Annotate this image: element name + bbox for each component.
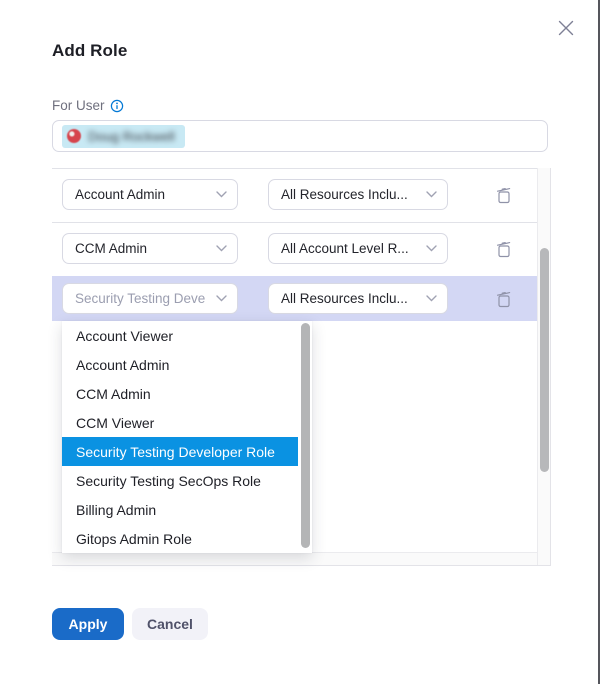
role-row-2: CCM Admin All Account Level R... <box>52 222 537 276</box>
role-select-2[interactable]: CCM Admin <box>62 233 238 264</box>
selected-user-chip[interactable]: Doug Rockwell <box>62 125 185 148</box>
dropdown-scrollbar-thumb[interactable] <box>301 323 310 548</box>
chevron-down-icon <box>216 295 227 302</box>
add-role-modal: Add Role For User Doug Rockwell Account … <box>0 0 600 684</box>
role-row-3: Security Testing Deve All Resources Incl… <box>52 276 537 321</box>
user-name: Doug Rockwell <box>88 129 175 144</box>
dropdown-option-account-viewer[interactable]: Account Viewer <box>62 321 298 350</box>
delete-row-icon[interactable] <box>494 289 514 309</box>
info-icon[interactable] <box>110 99 124 113</box>
delete-row-icon[interactable] <box>494 239 514 259</box>
close-icon[interactable] <box>556 18 576 38</box>
dropdown-option-security-testing-developer-role[interactable]: Security Testing Developer Role <box>62 437 298 466</box>
chevron-down-icon <box>216 191 227 198</box>
dropdown-option-security-testing-secops-role[interactable]: Security Testing SecOps Role <box>62 466 298 495</box>
dropdown-option-ccm-viewer[interactable]: CCM Viewer <box>62 408 298 437</box>
for-user-label: For User <box>52 98 124 113</box>
user-field[interactable]: Doug Rockwell <box>52 120 548 152</box>
cancel-button[interactable]: Cancel <box>132 608 208 640</box>
dropdown-option-ccm-admin[interactable]: CCM Admin <box>62 379 298 408</box>
resource-group-select-3[interactable]: All Resources Inclu... <box>268 283 448 314</box>
resource-group-select-2[interactable]: All Account Level R... <box>268 233 448 264</box>
chevron-down-icon <box>216 245 227 252</box>
chevron-down-icon <box>426 245 437 252</box>
scrollbar-track-horizontal[interactable] <box>52 552 537 566</box>
delete-row-icon[interactable] <box>494 185 514 205</box>
dropdown-option-billing-admin[interactable]: Billing Admin <box>62 495 298 524</box>
resource-group-select-1[interactable]: All Resources Inclu... <box>268 179 448 210</box>
role-select-3[interactable]: Security Testing Deve <box>62 283 238 314</box>
scrollbar-track-vertical[interactable] <box>537 168 551 566</box>
role-select-1[interactable]: Account Admin <box>62 179 238 210</box>
chevron-down-icon <box>426 191 437 198</box>
scrollbar-thumb-vertical[interactable] <box>540 248 549 472</box>
dropdown-option-account-admin[interactable]: Account Admin <box>62 350 298 379</box>
chevron-down-icon <box>426 295 437 302</box>
page-title: Add Role <box>52 41 127 61</box>
apply-button[interactable]: Apply <box>52 608 124 640</box>
avatar <box>67 129 81 143</box>
role-dropdown-menu: Account Viewer Account Admin CCM Admin C… <box>62 321 312 553</box>
role-row-1: Account Admin All Resources Inclu... <box>52 168 537 222</box>
dropdown-option-gitops-admin-role[interactable]: Gitops Admin Role <box>62 524 298 553</box>
